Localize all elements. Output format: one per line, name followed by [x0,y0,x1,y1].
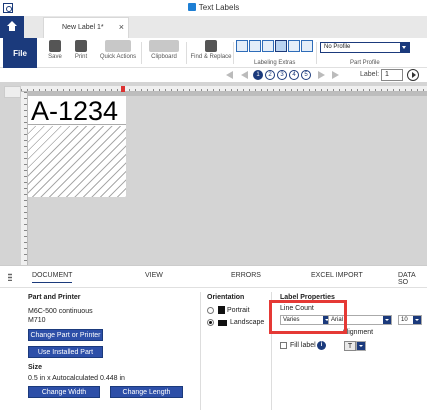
change-length-button[interactable]: Change Length [110,386,183,398]
vertical-ruler [21,92,28,265]
ribbon: File Save Print Quick Actions Clipboard … [0,38,427,68]
file-button[interactable]: File [3,38,37,68]
go-to-label-icon[interactable] [407,69,419,81]
save-icon [49,40,61,52]
title-bar: Text Labels [0,0,427,16]
part-printer-title: Part and Printer [28,294,81,301]
document-tab-row: New Label 1* × [0,16,427,38]
tab-document[interactable]: DOCUMENT [32,272,73,283]
label-number-input[interactable]: 1 [381,69,403,81]
chevron-down-icon [400,43,409,52]
save-label: Save [48,54,62,60]
window-title-wrap: Text Labels [0,3,427,12]
prev-page-icon[interactable] [241,71,248,79]
line-count-highlight [269,300,347,334]
printer-name: M710 [28,317,46,324]
use-installed-part-button[interactable]: Use Installed Part [28,346,103,358]
change-width-button[interactable]: Change Width [28,386,100,398]
label-divider [28,124,126,125]
clipboard-icon [149,40,179,52]
portrait-icon [218,306,225,314]
orientation-title: Orientation [207,294,245,301]
sequence-icon[interactable] [249,40,261,52]
find-replace-label: Find & Replace [190,54,232,60]
labeling-extras-label: Labeling Extras [254,60,296,66]
line-icon[interactable] [275,40,287,52]
home-icon[interactable] [0,16,24,38]
landscape-icon [218,320,227,326]
page-dot-5[interactable]: 5 [301,70,311,80]
size-title: Size [28,364,43,371]
info-icon[interactable]: i [317,341,326,350]
ribbon-separator [141,42,142,64]
tab-excel-import[interactable]: EXCEL IMPORT [311,272,363,279]
ribbon-separator [316,42,317,64]
labeling-extras-group [236,40,314,54]
tab-view[interactable]: VIEW [145,272,163,279]
ribbon-separator [233,42,234,64]
chevron-down-icon [383,316,391,324]
print-icon [75,40,87,52]
part-name: M6C-500 continuous [28,308,93,315]
date-icon[interactable] [288,40,300,52]
document-tab-label: New Label 1* [62,24,104,31]
next-page-icon[interactable] [318,71,325,79]
landscape-label: Landscape [230,319,265,326]
label-text-object[interactable]: A-1234 [31,96,118,127]
drag-grip-icon[interactable] [8,273,12,281]
binoculars-icon [205,40,217,52]
tab-data-source[interactable]: DATA SO [398,272,427,286]
font-size-value: 10 [401,317,408,323]
label-editor-canvas[interactable]: A-1234 [0,82,427,265]
quick-actions-button[interactable]: Quick Actions [98,40,138,60]
alignment-dropdown[interactable] [356,341,366,351]
clipboard-label: Clipboard [151,54,177,60]
label-hatched-area [28,126,126,197]
barcode-icon[interactable] [262,40,274,52]
serialize-icon[interactable] [236,40,248,52]
landscape-radio[interactable] [207,319,214,326]
fill-label-text: Fill label [290,342,316,349]
page-dot-4[interactable]: 4 [289,70,299,80]
page-dot-2[interactable]: 2 [265,70,275,80]
ribbon-separator [186,42,187,64]
find-replace-button[interactable]: Find & Replace [190,40,232,60]
clipboard-group[interactable]: Clipboard [146,40,182,60]
fill-label-checkbox[interactable] [280,342,287,349]
save-button[interactable]: Save [46,40,64,60]
label-number-caption: Label: [360,71,380,78]
part-profile-value: No Profile [324,44,351,50]
size-value: 0.5 in x Autocalculated 0.448 in [28,375,125,382]
text-labels-icon [187,3,196,11]
label-navigation: 1 2 3 4 5 Label: 1 [0,68,427,82]
last-page-icon[interactable] [332,71,339,79]
part-profile-label: Part Profile [350,60,380,66]
page-dot-1[interactable]: 1 [253,70,263,80]
label-preview[interactable]: A-1234 [28,96,126,197]
tab-errors[interactable]: ERRORS [231,272,261,279]
print-button[interactable]: Print [72,40,90,60]
window-title: Text Labels [198,3,240,12]
first-page-icon[interactable] [226,71,233,79]
quick-actions-label: Quick Actions [99,54,137,60]
portrait-label: Portrait [227,307,250,314]
quick-actions-icon [105,40,131,52]
panel-tabs: DOCUMENT VIEW ERRORS EXCEL IMPORT DATA S… [0,265,427,287]
chevron-down-icon [413,316,421,324]
page-dot-3[interactable]: 3 [277,70,287,80]
portrait-radio[interactable] [207,307,214,314]
change-part-printer-button[interactable]: Change Part or Printer [28,329,103,341]
font-size-select[interactable]: 10 [398,315,422,325]
symbol-icon[interactable] [301,40,313,52]
document-panel: Part and Printer M6C-500 continuous M710… [0,287,427,413]
alignment-button[interactable]: T [344,341,356,351]
chevron-down-icon [357,342,365,350]
part-profile-select[interactable]: No Profile [320,42,410,53]
ruler-corner [4,86,21,98]
document-tab[interactable]: New Label 1* × [43,17,129,38]
panel-separator [200,292,201,410]
print-label: Print [74,54,88,60]
close-tab-icon[interactable]: × [119,22,124,32]
